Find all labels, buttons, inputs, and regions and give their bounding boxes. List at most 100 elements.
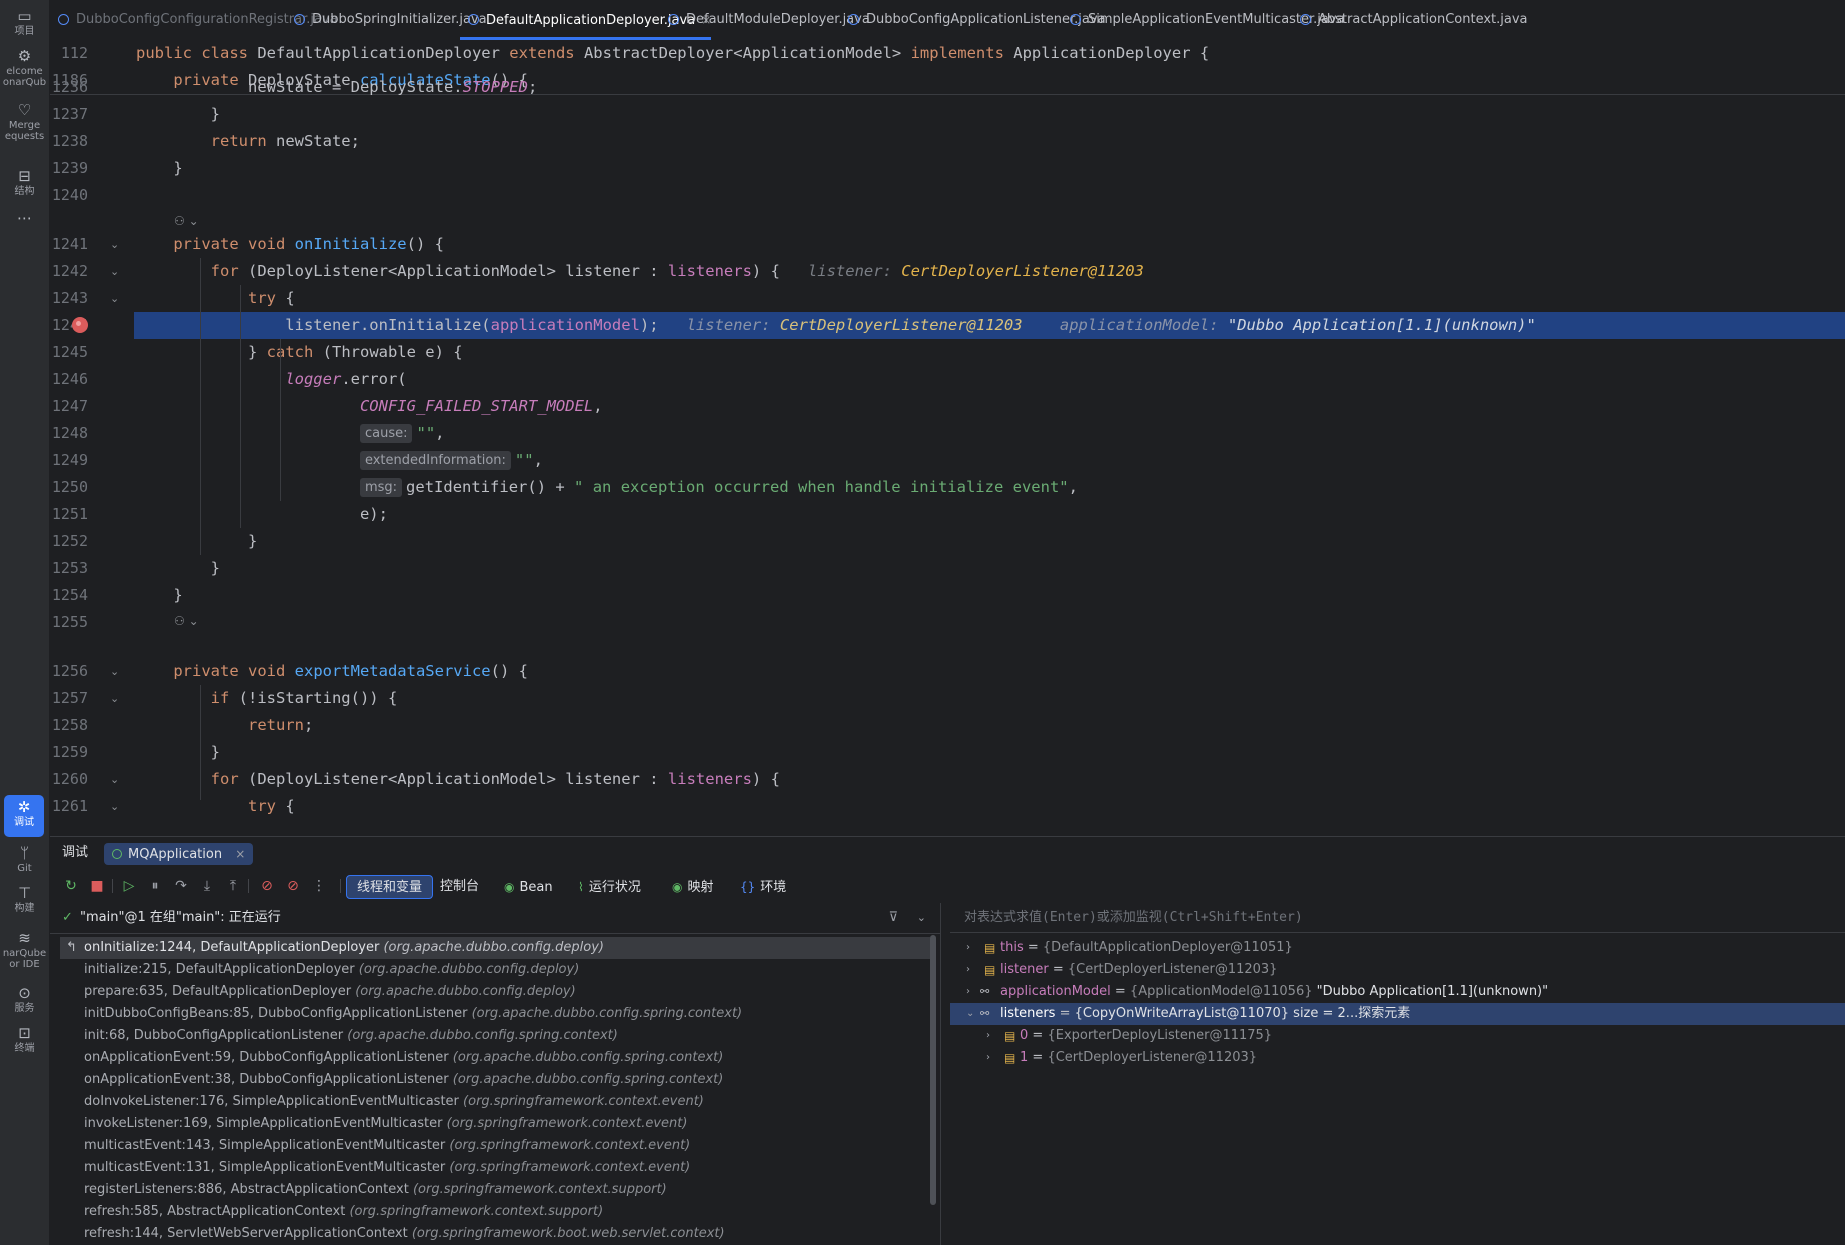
code-line[interactable]: 1252 } bbox=[50, 528, 1845, 555]
fold-chevron-icon[interactable]: ⌄ bbox=[110, 658, 119, 685]
mappings-tab[interactable]: ◉ 映射 bbox=[662, 875, 724, 899]
resume-icon[interactable]: ▷ bbox=[120, 877, 138, 895]
code-line[interactable]: 1256 ⌄ private void exportMetadataService… bbox=[50, 658, 1845, 685]
folder-tool-button[interactable]: ▭ 项目 bbox=[0, 8, 49, 39]
fold-chevron-icon[interactable]: ⌄ bbox=[110, 258, 119, 285]
mute-breakpoints-icon[interactable]: ⊘ bbox=[284, 877, 302, 895]
thread-selector[interactable]: ✓ "main"@1 在组"main": 正在运行 ⊽ ⌄ bbox=[50, 903, 940, 934]
variable-row[interactable]: ⌄ ⚯ listeners = {CopyOnWriteArrayList@1107… bbox=[950, 1003, 1845, 1025]
terminal-tool-button[interactable]: ⊡ 终端 bbox=[0, 1025, 49, 1056]
welcome-tool-button[interactable]: ⚙ elcome bbox=[0, 48, 49, 79]
stack-frame[interactable]: onApplicationEvent:38, DubboConfigApplic… bbox=[60, 1069, 930, 1091]
health-tab[interactable]: ⌇ 运行状况 bbox=[568, 875, 651, 899]
merge-requests-tool-button[interactable]: ♡ Merge bbox=[0, 102, 49, 133]
stack-frame[interactable]: prepare:635, DefaultApplicationDeployer … bbox=[60, 981, 930, 1003]
build-tool-button[interactable]: ⊤ 构建 bbox=[0, 885, 49, 916]
variable-row[interactable]: › ⚯ applicationModel = {ApplicationModel@1… bbox=[950, 981, 1845, 1003]
code-vision-icon[interactable]: ⚇ ⌄ bbox=[174, 611, 199, 631]
stack-frame[interactable]: doInvokeListener:176, SimpleApplicationE… bbox=[60, 1091, 930, 1113]
stack-frame[interactable]: refresh:144, ServletWebServerApplication… bbox=[60, 1223, 930, 1245]
code-line[interactable]: 1260 ⌄ for (DeployListener<ApplicationMod… bbox=[50, 766, 1845, 793]
stack-frame[interactable]: initDubboConfigBeans:85, DubboConfigAppl… bbox=[60, 1003, 930, 1025]
chevron-down-icon[interactable]: ⌄ bbox=[966, 1003, 974, 1025]
stack-frame[interactable]: refresh:585, AbstractApplicationContext … bbox=[60, 1201, 930, 1223]
evaluate-expression-input[interactable]: 对表达式求值(Enter)或添加监视(Ctrl+Shift+Enter) bbox=[950, 903, 1845, 933]
code-line[interactable]: 1257 ⌄ if (!isStarting()) { bbox=[50, 685, 1845, 712]
code-line[interactable]: 1242 ⌄ for (DeployListener<ApplicationMod… bbox=[50, 258, 1845, 285]
code-line[interactable]: 1239 } bbox=[50, 155, 1845, 182]
code-line[interactable]: 1249 extendedInformation: "", bbox=[50, 447, 1845, 474]
stack-frame[interactable]: invokeListener:169, SimpleApplicationEve… bbox=[60, 1113, 930, 1135]
code-line[interactable]: 1253 } bbox=[50, 555, 1845, 582]
code-line[interactable]: 1247 CONFIG_FAILED_START_MODEL, bbox=[50, 393, 1845, 420]
editor-tab[interactable]: DubboSpringInitializer.java bbox=[286, 0, 487, 40]
fold-chevron-icon[interactable]: ⌄ bbox=[110, 766, 119, 793]
sonarqube-ide-tool-button[interactable]: ≋ narQube bbox=[0, 930, 49, 961]
rerun-icon[interactable]: ↻ bbox=[62, 877, 80, 895]
more-icon[interactable]: ⋮ bbox=[310, 877, 328, 895]
sonarqube-tool-button[interactable]: onarQub bbox=[0, 76, 49, 90]
stack-frame[interactable]: initialize:215, DefaultApplicationDeploy… bbox=[60, 959, 930, 981]
stack-frame[interactable]: init:68, DubboConfigApplicationListener … bbox=[60, 1025, 930, 1047]
fold-chevron-icon[interactable]: ⌄ bbox=[110, 231, 119, 258]
debug-panel-title[interactable]: 调试 bbox=[62, 837, 88, 869]
stack-frame[interactable]: onApplicationEvent:59, DubboConfigApplic… bbox=[60, 1047, 930, 1069]
step-out-icon[interactable]: ⤒ bbox=[224, 877, 242, 895]
run-config-tab[interactable]: MQApplication × bbox=[104, 843, 254, 865]
structure-tool-button[interactable]: ⊟ 结构 bbox=[0, 168, 49, 199]
code-line[interactable]: 1245 } catch (Throwable e) { bbox=[50, 339, 1845, 366]
services-tool-button[interactable]: ⊙ 服务 bbox=[0, 985, 49, 1016]
code-line[interactable]: 1251 e); bbox=[50, 501, 1845, 528]
stack-frame[interactable]: multicastEvent:143, SimpleApplicationEve… bbox=[60, 1135, 930, 1157]
code-line[interactable]: 1246 logger.error( bbox=[50, 366, 1845, 393]
code-line[interactable]: 1261 ⌄ try { bbox=[50, 793, 1845, 820]
pause-icon[interactable]: ⏸ bbox=[146, 877, 164, 895]
step-into-icon[interactable]: ⤓ bbox=[198, 877, 216, 895]
chevron-right-icon[interactable]: › bbox=[966, 981, 970, 1003]
code-editor[interactable]: 112 public class DefaultApplicationDeploy… bbox=[50, 40, 1845, 835]
code-line[interactable]: 1237 } bbox=[50, 101, 1845, 128]
fold-chevron-icon[interactable]: ⌄ bbox=[110, 685, 119, 712]
chevron-right-icon[interactable]: › bbox=[966, 937, 970, 959]
code-line[interactable]: 1243 ⌄ try { bbox=[50, 285, 1845, 312]
code-line[interactable]: 1236 newState = DeployState.STOPPED; bbox=[50, 74, 1845, 101]
close-icon[interactable]: × bbox=[235, 847, 245, 861]
debug-tool-button[interactable]: ✲ 调试 bbox=[4, 795, 44, 837]
view-breakpoints-icon[interactable]: ⊘ bbox=[258, 877, 276, 895]
variable-row[interactable]: › ▤ this = {DefaultApplicationDeployer@110… bbox=[950, 937, 1845, 959]
code-line[interactable]: 1254 } bbox=[50, 582, 1845, 609]
code-line[interactable]: 1259 } bbox=[50, 739, 1845, 766]
stack-frame[interactable]: registerListeners:886, AbstractApplicati… bbox=[60, 1179, 930, 1201]
git-tool-button[interactable]: ᛘ Git bbox=[0, 845, 49, 876]
filter-icon[interactable]: ⊽ bbox=[888, 903, 898, 933]
code-line[interactable]: 1255 bbox=[50, 609, 1845, 636]
chevron-right-icon[interactable]: › bbox=[966, 959, 970, 981]
code-line[interactable]: 1258 return; bbox=[50, 712, 1845, 739]
stop-icon[interactable]: ■ bbox=[88, 877, 106, 895]
code-line[interactable]: 1241 ⌄ private void onInitialize() { bbox=[50, 231, 1845, 258]
code-line[interactable]: 1250 msg: getIdentifier() + " an exceptio… bbox=[50, 474, 1845, 501]
editor-tab[interactable]: AbstractApplicationContext.java bbox=[1292, 0, 1528, 40]
fold-chevron-icon[interactable]: ⌄ bbox=[110, 793, 119, 820]
stack-frame[interactable]: multicastEvent:131, SimpleApplicationEve… bbox=[60, 1157, 930, 1179]
current-execution-line[interactable]: 1244 listener.onInitialize(applicationMo… bbox=[50, 312, 1845, 339]
variable-row[interactable]: › ▤ 1 = {CertDeployerListener@11203} bbox=[950, 1047, 1845, 1069]
fold-chevron-icon[interactable]: ⌄ bbox=[110, 285, 119, 312]
code-vision-icon[interactable]: ⚇ ⌄ bbox=[174, 211, 199, 231]
code-line[interactable]: 1248 cause: "", bbox=[50, 420, 1845, 447]
environment-tab[interactable]: {} 环境 bbox=[730, 875, 796, 899]
variable-row[interactable]: › ▤ 0 = {ExporterDeployListener@11175} bbox=[950, 1025, 1845, 1047]
editor-tab[interactable]: DefaultModuleDeployer.java bbox=[660, 0, 870, 40]
chevron-down-icon[interactable]: ⌄ bbox=[917, 903, 926, 933]
stack-frame[interactable]: ↰ onInitialize:1244, DefaultApplicationDe… bbox=[60, 937, 930, 959]
chevron-right-icon[interactable]: › bbox=[986, 1047, 990, 1069]
console-tab[interactable]: 控制台 bbox=[430, 875, 489, 899]
code-line[interactable]: 1240 bbox=[50, 182, 1845, 209]
bean-tab[interactable]: ◉ Bean bbox=[494, 875, 563, 899]
variable-row[interactable]: › ▤ listener = {CertDeployerListener@11203… bbox=[950, 959, 1845, 981]
breakpoint-icon[interactable] bbox=[72, 317, 88, 333]
threads-variables-tab[interactable]: 线程和变量 bbox=[346, 875, 434, 899]
sticky-header-line[interactable]: 112 public class DefaultApplicationDeploy… bbox=[50, 40, 1845, 67]
step-over-icon[interactable]: ↷ bbox=[172, 877, 190, 895]
more-tool-button[interactable]: ⋯ bbox=[0, 210, 49, 227]
